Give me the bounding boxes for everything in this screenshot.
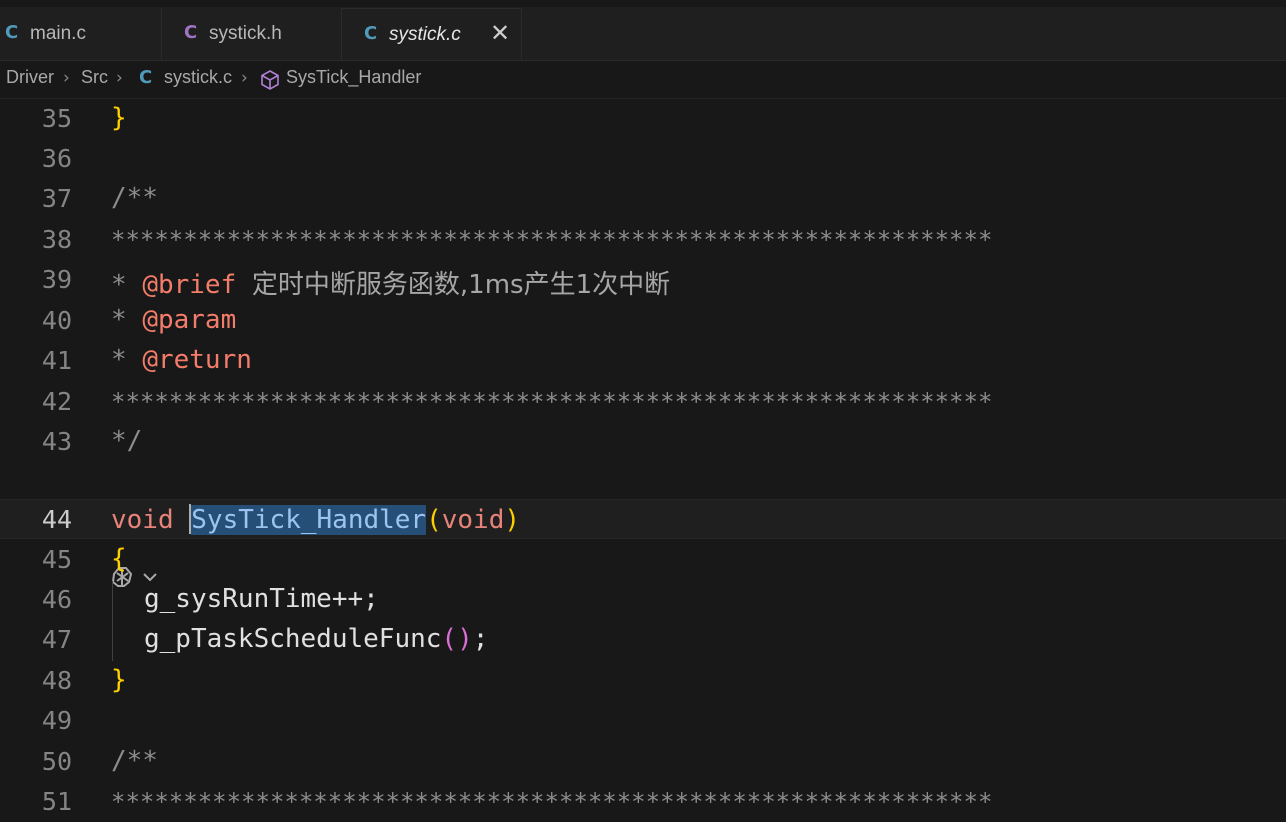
code-text: * @brief 定时中断服务函数,1ms产生1次中断 xyxy=(111,270,671,300)
line-number: 48 xyxy=(41,666,72,695)
keyword: void xyxy=(111,505,174,535)
tab-label: systick.c xyxy=(389,24,461,45)
chevron-right-icon: › xyxy=(63,68,70,88)
keyword: void xyxy=(441,505,505,535)
line-number: 44 xyxy=(41,505,72,534)
line-number: 35 xyxy=(41,104,72,133)
code-text: void SysTick_Handler(void) xyxy=(111,504,521,535)
code-text: /** xyxy=(111,746,158,776)
line-number: 39 xyxy=(41,265,72,294)
code-line: 46 g_sysRunTime++; xyxy=(0,580,1286,620)
tab-bar: C main.c C systick.h C systick.c ✕ xyxy=(0,0,1286,61)
breadcrumb-folder-driver[interactable]: Driver xyxy=(6,67,54,88)
function-name: SysTick_Handler xyxy=(191,505,427,535)
c-file-icon: C xyxy=(139,67,153,88)
code-text: { xyxy=(111,544,127,574)
doc-tag: @brief xyxy=(142,270,237,300)
indent-guide xyxy=(112,581,113,661)
c-file-icon: C xyxy=(364,23,378,44)
code-text: ****************************************… xyxy=(111,388,993,416)
tab-systick-h[interactable]: C systick.h xyxy=(162,8,342,60)
breadcrumb-symbol[interactable]: SysTick_Handler xyxy=(286,67,421,88)
line-number: 46 xyxy=(41,585,72,614)
code-line: 42 *************************************… xyxy=(0,382,1286,422)
line-number: 49 xyxy=(41,706,72,735)
breadcrumb: Driver › Src › C systick.c › SysTick_Han… xyxy=(0,61,1286,99)
line-number: 47 xyxy=(41,625,72,654)
line-number: 51 xyxy=(41,787,72,816)
line-number: 36 xyxy=(41,144,72,173)
code-line: 36 xyxy=(0,139,1286,179)
code-line: 43 */ xyxy=(0,422,1286,462)
code-line: 49 xyxy=(0,701,1286,741)
doc-tag: @param xyxy=(142,305,237,335)
code-text: } xyxy=(111,103,127,133)
close-icon[interactable]: ✕ xyxy=(490,19,510,47)
breadcrumb-file[interactable]: systick.c xyxy=(164,67,232,88)
tab-label: systick.h xyxy=(209,23,282,44)
code-line: 38 *************************************… xyxy=(0,220,1286,260)
code-text: /** xyxy=(111,183,158,213)
doc-tag: @return xyxy=(142,345,252,375)
line-number: 43 xyxy=(41,427,72,456)
line-number: 40 xyxy=(41,306,72,335)
code-text: * @return xyxy=(111,345,252,375)
code-line-current: 44 void SysTick_Handler(void) xyxy=(0,499,1286,539)
line-number: 37 xyxy=(41,184,72,213)
line-number: 41 xyxy=(41,346,72,375)
breadcrumb-folder-src[interactable]: Src xyxy=(81,67,108,88)
code-text: g_pTaskScheduleFunc(); xyxy=(144,624,489,654)
code-text: ****************************************… xyxy=(111,226,993,254)
code-line: 50 /** xyxy=(0,742,1286,782)
code-line: 45 { xyxy=(0,540,1286,580)
symbol-method-icon xyxy=(259,69,281,96)
line-number: 45 xyxy=(41,545,72,574)
code-text: * @param xyxy=(111,305,237,335)
tab-label: main.c xyxy=(30,23,86,44)
c-header-file-icon: C xyxy=(184,22,198,43)
code-line: 40 * @param xyxy=(0,301,1286,341)
code-line: 41 * @return xyxy=(0,341,1286,381)
code-line: 39 * @brief 定时中断服务函数,1ms产生1次中断 xyxy=(0,260,1286,300)
chevron-right-icon: › xyxy=(116,68,123,88)
tab-systick-c[interactable]: C systick.c ✕ xyxy=(342,8,522,60)
code-text: g_sysRunTime++; xyxy=(144,584,379,614)
code-text: } xyxy=(111,665,127,695)
code-text: ****************************************… xyxy=(111,788,993,816)
line-number: 38 xyxy=(41,225,72,254)
line-number: 50 xyxy=(41,747,72,776)
code-text: */ xyxy=(111,426,143,456)
code-editor[interactable]: 35 } 36 37 /** 38 **********************… xyxy=(0,99,1286,816)
c-file-icon: C xyxy=(5,22,19,43)
code-line: 47 g_pTaskScheduleFunc(); xyxy=(0,620,1286,660)
code-line: 37 /** xyxy=(0,179,1286,219)
doc-description: 定时中断服务函数,1ms产生1次中断 xyxy=(251,270,671,300)
tab-main-c[interactable]: C main.c xyxy=(0,8,162,60)
chevron-right-icon: › xyxy=(241,68,248,88)
code-line: 48 } xyxy=(0,661,1286,701)
code-line: 51 *************************************… xyxy=(0,782,1286,822)
code-line: 35 } xyxy=(0,99,1286,139)
line-number: 42 xyxy=(41,387,72,416)
